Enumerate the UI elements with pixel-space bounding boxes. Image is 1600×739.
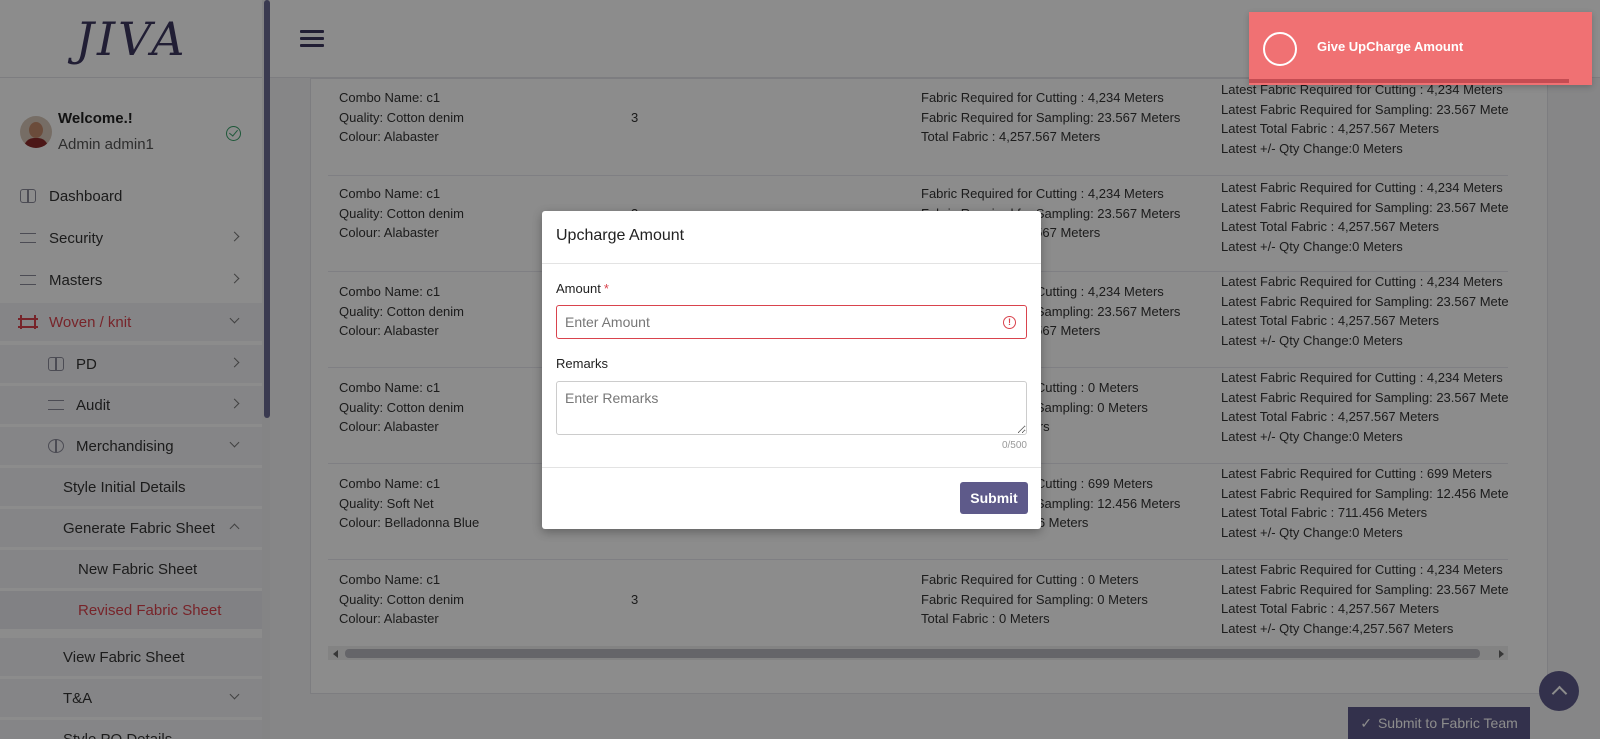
- submit-button[interactable]: Submit: [960, 482, 1028, 514]
- remarks-label: Remarks: [556, 356, 609, 371]
- modal-divider: [542, 263, 1041, 264]
- amount-label: Amount *: [556, 281, 609, 296]
- toast-message: Give UpCharge Amount: [1317, 39, 1464, 54]
- amount-label-text: Amount: [556, 281, 601, 296]
- modal-title: Upcharge Amount: [556, 227, 685, 244]
- modal-divider: [542, 467, 1041, 468]
- upcharge-modal: Upcharge Amount Amount* ! Remarks 0/500 …: [542, 211, 1041, 529]
- toast-status-icon: [1263, 32, 1297, 66]
- error-toast[interactable]: Give UpCharge Amount: [1249, 12, 1592, 85]
- error-icon: !: [1003, 316, 1016, 329]
- amount-input[interactable]: [556, 305, 1027, 339]
- remarks-textarea[interactable]: [556, 381, 1027, 435]
- toast-progress-bar: [1249, 79, 1569, 83]
- required-marker: *: [603, 281, 609, 296]
- remarks-char-counter: 0/500: [1001, 440, 1027, 451]
